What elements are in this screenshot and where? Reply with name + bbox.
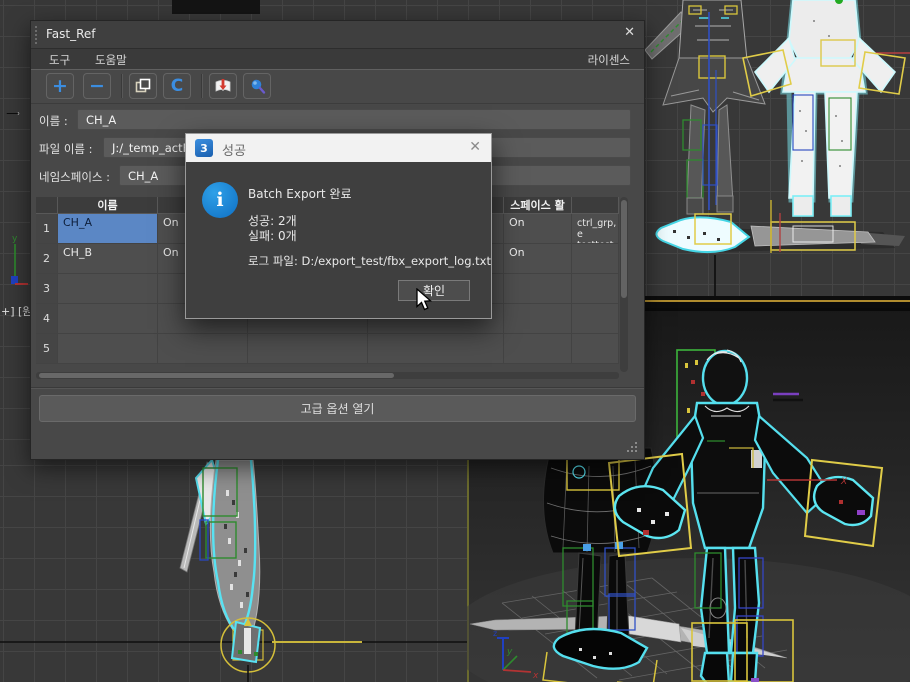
add-button[interactable]: + — [46, 73, 74, 99]
viewport-divider[interactable] — [640, 296, 910, 308]
link-line — [0, 112, 27, 115]
table-cell[interactable] — [158, 334, 248, 364]
character-gray-wireframe — [645, 0, 765, 214]
character-leg — [196, 460, 260, 632]
menu-license[interactable]: 라이센스 — [588, 52, 630, 68]
character-selected-wireframe — [743, 0, 910, 216]
close-icon[interactable]: ✕ — [469, 139, 481, 155]
fail-count: 실패: 0개 — [248, 227, 297, 244]
table-cell[interactable] — [572, 304, 619, 334]
menu-help[interactable]: 도움말 — [95, 52, 127, 68]
table-cell[interactable]: On — [504, 244, 572, 274]
dialog-titlebar[interactable]: 3 성공 ✕ — [186, 134, 491, 162]
table-cell[interactable]: CH_A — [58, 214, 158, 244]
name-input[interactable]: CH_A — [77, 109, 631, 130]
axis-y-label: y — [12, 234, 18, 244]
row-number[interactable]: 3 — [36, 274, 58, 304]
drag-handle-icon[interactable] — [34, 25, 39, 44]
table-cell[interactable] — [58, 334, 158, 364]
table-header[interactable]: 스페이스 활 — [504, 197, 572, 214]
table-cell[interactable] — [572, 274, 619, 304]
table-header[interactable] — [36, 197, 58, 214]
row-number[interactable]: 1 — [36, 214, 58, 244]
horizontal-scrollbar[interactable] — [36, 372, 619, 379]
ok-button[interactable]: 확인 — [398, 280, 470, 301]
c-button[interactable]: C — [163, 73, 191, 99]
copy-icon — [135, 78, 151, 94]
viewport-label-fragment[interactable]: +] [원 — [1, 303, 32, 319]
axis-y-label: y — [506, 647, 513, 657]
toolbar: + − C — [31, 70, 644, 104]
vertical-scrollbar[interactable] — [620, 197, 628, 372]
table-cell[interactable] — [58, 274, 158, 304]
viewport-top-right[interactable] — [643, 0, 910, 296]
window-titlebar[interactable]: Fast_Ref ✕ — [31, 21, 644, 49]
table-cell[interactable] — [248, 334, 368, 364]
row-number[interactable]: 2 — [36, 244, 58, 274]
table-cell[interactable] — [572, 244, 619, 274]
dialog-title: 성공 — [222, 140, 246, 159]
table-header[interactable]: 이름 — [58, 197, 158, 214]
name-field-label: 이름 : — [39, 113, 68, 129]
search-icon — [249, 78, 266, 95]
dialog-message: Batch Export 완료 — [248, 185, 352, 202]
table-header[interactable] — [572, 197, 619, 214]
scrollbar-thumb[interactable] — [39, 373, 394, 378]
export-button[interactable] — [209, 73, 237, 99]
axis-x-gizmo-label: X — [840, 477, 848, 487]
table-cell[interactable] — [504, 304, 572, 334]
dialog-body: i Batch Export 완료 성공: 2개 실패: 0개 로그 파일: D… — [186, 162, 491, 318]
mouse-cursor — [416, 288, 433, 312]
search-button[interactable] — [243, 73, 271, 99]
advanced-options-button[interactable]: 고급 옵션 열기 — [39, 395, 636, 422]
model-fragment — [172, 0, 260, 14]
resize-grip-icon[interactable] — [627, 442, 639, 454]
table-cell[interactable] — [504, 334, 572, 364]
foot-gizmo — [221, 618, 275, 682]
table-cell[interactable] — [58, 304, 158, 334]
axis-gizmo: y — [2, 232, 28, 294]
toolbar-separator — [201, 74, 203, 98]
namespace-field-label: 네임스페이스 : — [39, 169, 110, 185]
table-cell[interactable]: On — [504, 214, 572, 244]
table-cell[interactable] — [504, 274, 572, 304]
success-dialog: 3 성공 ✕ i Batch Export 완료 성공: 2개 실패: 0개 로… — [185, 133, 492, 319]
close-icon[interactable]: ✕ — [624, 25, 635, 40]
info-icon: i — [202, 182, 238, 218]
window-title: Fast_Ref — [46, 27, 96, 41]
table-cell[interactable]: ctrl_grp, e testtest... — [572, 214, 619, 244]
export-book-icon — [214, 77, 232, 95]
viewport-bottom-left[interactable] — [0, 460, 467, 682]
scrollbar-thumb[interactable] — [621, 200, 627, 298]
copy-button[interactable] — [129, 73, 157, 99]
menu-tools[interactable]: 도구 — [49, 52, 70, 68]
axis-x-label: x — [532, 671, 539, 681]
table-cell[interactable] — [368, 334, 504, 364]
toolbar-separator — [121, 74, 123, 98]
file-name-field-label: 파일 이름 : — [39, 141, 93, 157]
row-number[interactable]: 5 — [36, 334, 58, 364]
menu-bar: 도구 도움말 라이센스 — [31, 49, 644, 70]
row-number[interactable]: 4 — [36, 304, 58, 334]
remove-button[interactable]: − — [83, 73, 111, 99]
table-cell[interactable] — [572, 334, 619, 364]
scene-leg-view — [0, 460, 467, 682]
axis-z-marker — [11, 276, 18, 284]
scene-back-view — [643, 0, 910, 296]
axis-z-label: z — [493, 629, 497, 638]
table-cell[interactable]: CH_B — [58, 244, 158, 274]
separator — [31, 387, 644, 389]
log-file-path: 로그 파일: D:/export_test/fbx_export_log.txt — [248, 253, 491, 269]
app-logo-icon: 3 — [195, 139, 213, 157]
